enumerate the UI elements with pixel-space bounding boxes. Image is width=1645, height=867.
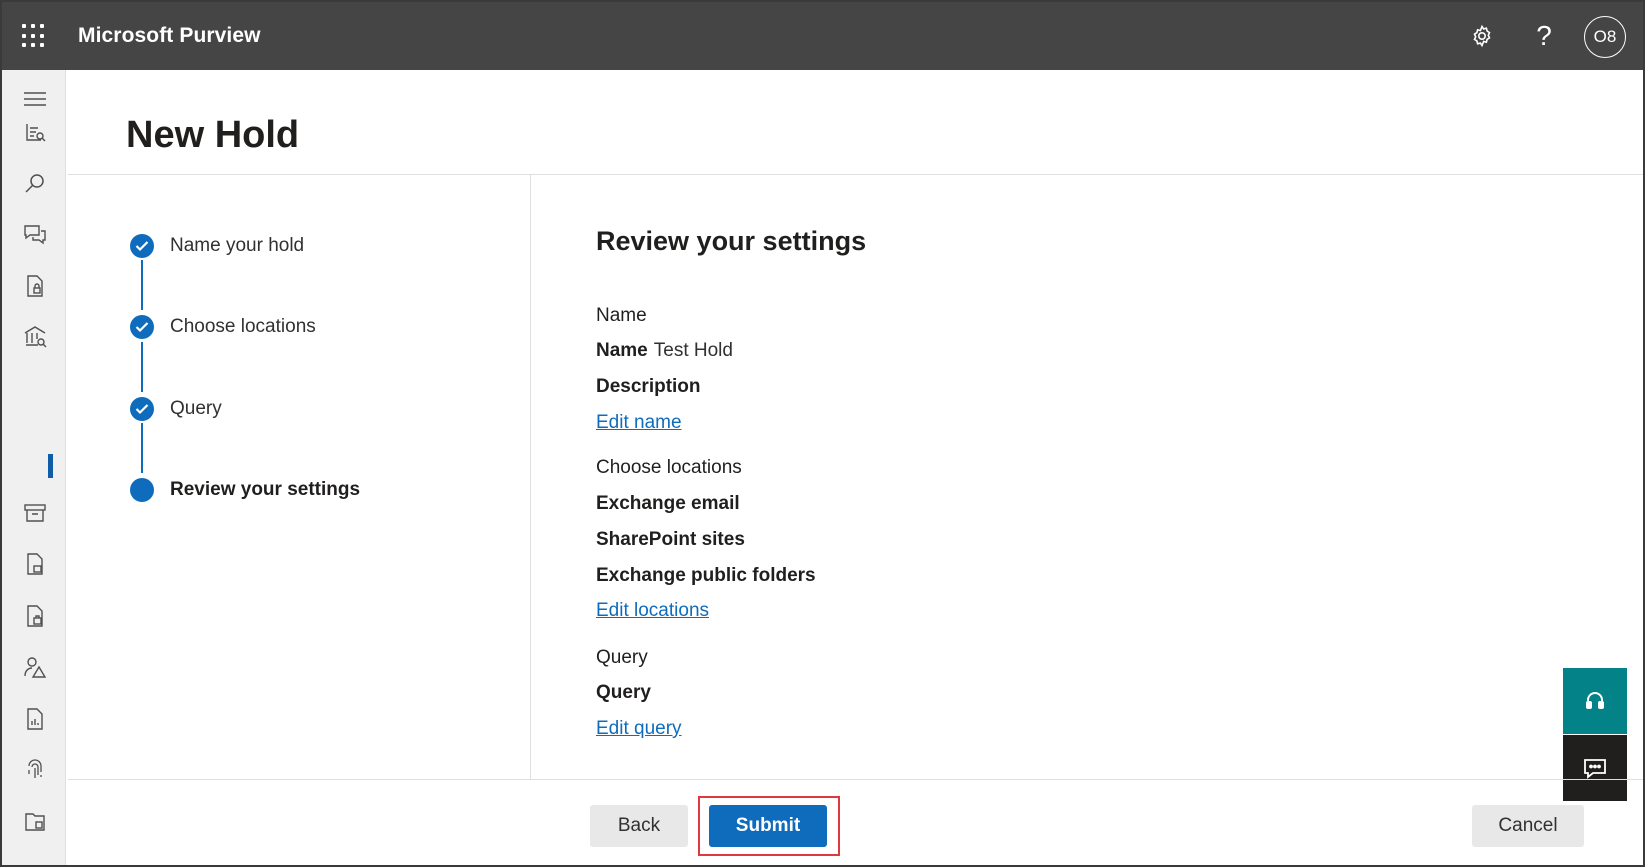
settings-gear-icon[interactable] [1464, 18, 1500, 54]
name-row: Name Test Hold [596, 340, 733, 362]
submit-button[interactable]: Submit [709, 805, 827, 847]
insider-risk-icon[interactable] [22, 654, 48, 680]
step-review-your-settings[interactable]: Review your settings [130, 478, 360, 502]
locations-section-heading: Choose locations [596, 457, 742, 478]
window: Microsoft Purview ? O8 New Hold Name you… [0, 0, 1645, 867]
description-label: Description [596, 376, 701, 397]
support-headset-button[interactable] [1563, 668, 1627, 734]
reports-icon[interactable] [22, 120, 48, 146]
step-name-your-hold[interactable]: Name your hold [130, 234, 304, 258]
step-connector [141, 342, 143, 392]
step-connector [141, 423, 143, 473]
current-step-icon [130, 478, 154, 502]
archive-icon[interactable] [22, 500, 48, 526]
cancel-button[interactable]: Cancel [1472, 805, 1584, 847]
policy-icon[interactable] [22, 273, 48, 299]
checkmark-icon [130, 315, 154, 339]
stepper-divider [530, 175, 531, 779]
name-section-heading: Name [596, 305, 647, 326]
compliance-icon[interactable] [22, 551, 48, 577]
checkmark-icon [130, 234, 154, 258]
step-choose-locations[interactable]: Choose locations [130, 315, 316, 339]
location-exchange-email: Exchange email [596, 493, 740, 514]
location-sharepoint-sites: SharePoint sites [596, 529, 745, 550]
data-map-icon[interactable] [22, 706, 48, 732]
edit-query-link[interactable]: Edit query [596, 718, 682, 740]
edit-locations-link[interactable]: Edit locations [596, 600, 709, 622]
location-exchange-public-folders: Exchange public folders [596, 565, 816, 586]
retention-icon[interactable] [22, 603, 48, 629]
step-connector [141, 260, 143, 310]
app-title[interactable]: Microsoft Purview [78, 24, 261, 48]
footer-divider [68, 779, 1643, 780]
fingerprint-icon[interactable] [22, 757, 48, 783]
name-label: Name [596, 340, 648, 361]
chat-icon [1584, 759, 1606, 779]
name-value: Test Hold [653, 340, 733, 361]
top-bar: Microsoft Purview ? O8 [2, 2, 1643, 70]
menu-icon[interactable] [22, 86, 48, 112]
header-divider [68, 174, 1643, 175]
headset-icon [1586, 692, 1604, 709]
left-nav-rail [2, 70, 66, 865]
checkmark-icon [130, 397, 154, 421]
app-launcher-icon[interactable] [22, 24, 46, 48]
query-section-heading: Query [596, 647, 648, 668]
communication-icon[interactable] [22, 221, 48, 247]
edit-name-link[interactable]: Edit name [596, 412, 682, 434]
feedback-button[interactable] [1563, 735, 1627, 801]
step-label: Review your settings [170, 479, 361, 500]
step-label: Choose locations [170, 316, 316, 337]
page-title: New Hold [126, 114, 300, 156]
step-label: Query [170, 398, 222, 419]
avatar[interactable]: O8 [1584, 16, 1626, 58]
active-indicator [48, 454, 53, 478]
step-label: Name your hold [170, 235, 305, 256]
step-query[interactable]: Query [130, 397, 222, 421]
section-title: Review your settings [596, 226, 867, 256]
ediscovery-icon[interactable] [22, 324, 48, 350]
folder-icon[interactable] [22, 808, 48, 834]
help-icon[interactable]: ? [1526, 18, 1562, 54]
back-button[interactable]: Back [590, 805, 688, 847]
query-label: Query [596, 682, 651, 703]
search-icon[interactable] [22, 170, 48, 196]
